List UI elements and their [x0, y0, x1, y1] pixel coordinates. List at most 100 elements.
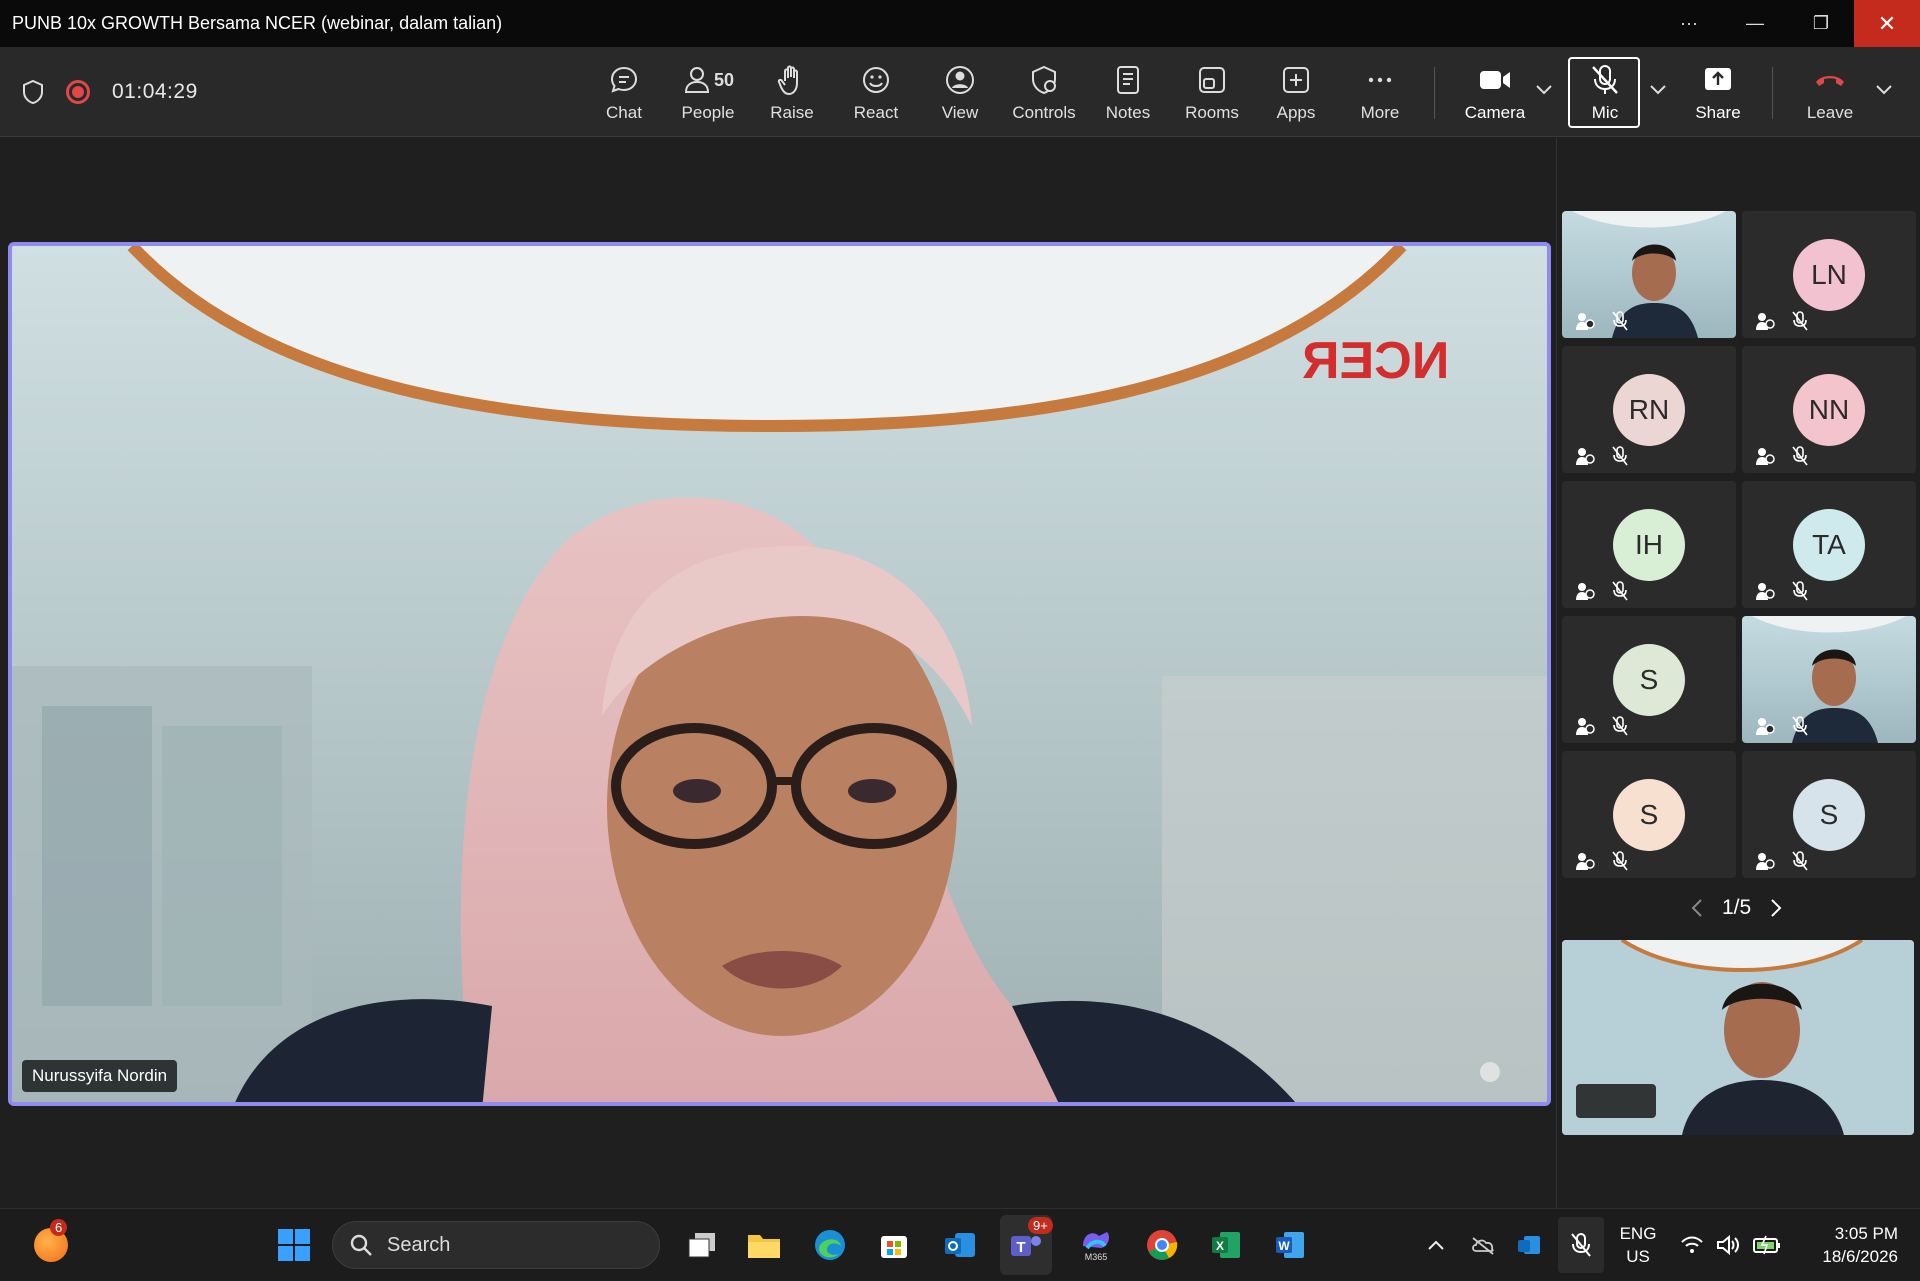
participant-tile[interactable]: NN [1742, 346, 1916, 473]
chevron-right-icon[interactable] [1769, 897, 1783, 919]
clock[interactable]: 3:05 PM 18/6/2026 [1800, 1209, 1910, 1281]
excel-button[interactable]: X [1204, 1209, 1248, 1281]
minimize-button[interactable]: — [1722, 0, 1788, 47]
toolbar-divider [1434, 67, 1435, 119]
apps-button[interactable]: Apps [1256, 47, 1336, 137]
start-button[interactable] [272, 1209, 316, 1281]
view-icon [944, 61, 976, 99]
mic-off-small-icon [1792, 851, 1808, 871]
raise-label: Raise [770, 103, 814, 122]
camera-button[interactable]: Camera [1450, 47, 1540, 137]
m365-icon [1083, 1232, 1109, 1250]
m365-label: M365 [1084, 1252, 1108, 1262]
cloud-off-icon [1472, 1237, 1494, 1255]
mic-chevron-down-icon[interactable] [1648, 82, 1668, 96]
mic-muted-tray[interactable] [1558, 1217, 1604, 1273]
participant-tile[interactable]: S [1742, 751, 1916, 878]
mic-off-small-icon [1612, 581, 1628, 601]
participant-tile[interactable]: IH [1562, 481, 1736, 608]
participant-avatar: S [1613, 778, 1685, 851]
participant-avatar: S [1793, 778, 1865, 851]
raised-hand-status-icon [1756, 448, 1775, 465]
main-speaker-video[interactable]: NCER Nurussyifa Nordin [8, 242, 1551, 1106]
speaker-name-tag: Nurussyifa Nordin [22, 1060, 178, 1092]
raised-hand-status-icon [1756, 583, 1775, 600]
more-button[interactable]: More [1340, 47, 1420, 137]
word-button[interactable]: W [1268, 1209, 1312, 1281]
mic-off-small-icon [1612, 446, 1628, 466]
raised-hand-status-icon [1576, 718, 1595, 735]
share-icon [1702, 61, 1734, 99]
task-view-icon [688, 1233, 715, 1258]
teams-button[interactable]: T 9+ [1000, 1215, 1053, 1275]
close-button[interactable]: ✕ [1854, 0, 1920, 47]
chat-button[interactable]: Chat [584, 47, 664, 137]
participant-avatar: TA [1793, 508, 1865, 581]
participant-tile[interactable]: S [1562, 751, 1736, 878]
participant-tile[interactable]: S [1562, 616, 1736, 743]
tray-overflow-button[interactable] [1420, 1209, 1452, 1281]
apps-icon [1280, 61, 1312, 99]
shield-icon[interactable] [22, 79, 44, 105]
chevron-left-icon[interactable] [1690, 897, 1704, 919]
lang-line1: ENG [1619, 1224, 1657, 1243]
mic-off-small-icon [1792, 446, 1808, 466]
raised-hand-status-icon [1756, 718, 1775, 735]
mic-off-small-icon [1792, 716, 1808, 736]
raised-hand-status-icon [1576, 313, 1595, 330]
leave-chevron-down-icon[interactable] [1874, 82, 1894, 96]
outlook-icon [945, 1233, 975, 1257]
notes-button[interactable]: Notes [1088, 47, 1168, 137]
edge-button[interactable] [808, 1209, 852, 1281]
maximize-button[interactable]: ❐ [1788, 0, 1854, 47]
m365-button[interactable]: M365 [1072, 1209, 1120, 1281]
participant-avatar: RN [1613, 373, 1685, 446]
participant-tile[interactable] [1562, 211, 1736, 338]
self-view-video[interactable] [1562, 940, 1914, 1135]
store-button[interactable] [872, 1209, 916, 1281]
participant-tile[interactable] [1742, 616, 1916, 743]
outlook-button[interactable] [938, 1209, 982, 1281]
word-icon: W [1276, 1232, 1304, 1258]
clock-time: 3:05 PM [1834, 1224, 1898, 1243]
mic-off-small-icon [1612, 851, 1628, 871]
controls-button[interactable]: Controls [1004, 47, 1084, 137]
language-indicator[interactable]: ENG US [1610, 1209, 1666, 1281]
wifi-icon [1681, 1236, 1703, 1253]
mic-off-small-icon [1792, 581, 1808, 601]
participant-tile[interactable]: LN [1742, 211, 1916, 338]
weather-widget[interactable]: 6 [28, 1209, 74, 1281]
excel-icon: X [1212, 1232, 1240, 1258]
more-options-button[interactable]: ··· [1656, 0, 1722, 47]
raise-hand-button[interactable]: Raise [752, 47, 832, 137]
rooms-button[interactable]: Rooms [1172, 47, 1252, 137]
react-button[interactable]: React [836, 47, 916, 137]
participant-avatar: IH [1613, 508, 1685, 581]
camera-chevron-down-icon[interactable] [1534, 82, 1554, 96]
window-title: PUNB 10x GROWTH Bersama NCER (webinar, d… [12, 13, 503, 33]
participant-tile[interactable]: RN [1562, 346, 1736, 473]
participant-tile[interactable]: TA [1742, 481, 1916, 608]
windows-taskbar: 6 Search T 9+ M365 X W ENG US 3:05 PM 18… [0, 1208, 1920, 1280]
more-icon [1364, 61, 1396, 99]
task-view-button[interactable] [680, 1209, 724, 1281]
raised-hand-status-icon [1756, 853, 1775, 870]
mic-off-tray-icon [1571, 1233, 1591, 1257]
store-icon [881, 1236, 907, 1258]
taskbar-search[interactable]: Search [332, 1221, 660, 1269]
leave-button[interactable]: Leave [1788, 47, 1872, 137]
apps-label: Apps [1276, 103, 1316, 122]
people-button[interactable]: 50 People [668, 47, 748, 137]
file-explorer-button[interactable] [742, 1209, 786, 1281]
onedrive-tray[interactable] [1466, 1209, 1500, 1281]
chrome-button[interactable] [1140, 1209, 1184, 1281]
raised-hand-status-icon [1576, 583, 1595, 600]
chat-icon [608, 61, 640, 99]
view-button[interactable]: View [920, 47, 1000, 137]
share-button[interactable]: Share [1678, 47, 1758, 137]
outlook-tray[interactable] [1512, 1209, 1546, 1281]
svg-text:W: W [1278, 1239, 1290, 1253]
quick-settings[interactable] [1676, 1209, 1786, 1281]
chevron-up-icon [1428, 1240, 1444, 1250]
chat-label: Chat [606, 103, 642, 122]
